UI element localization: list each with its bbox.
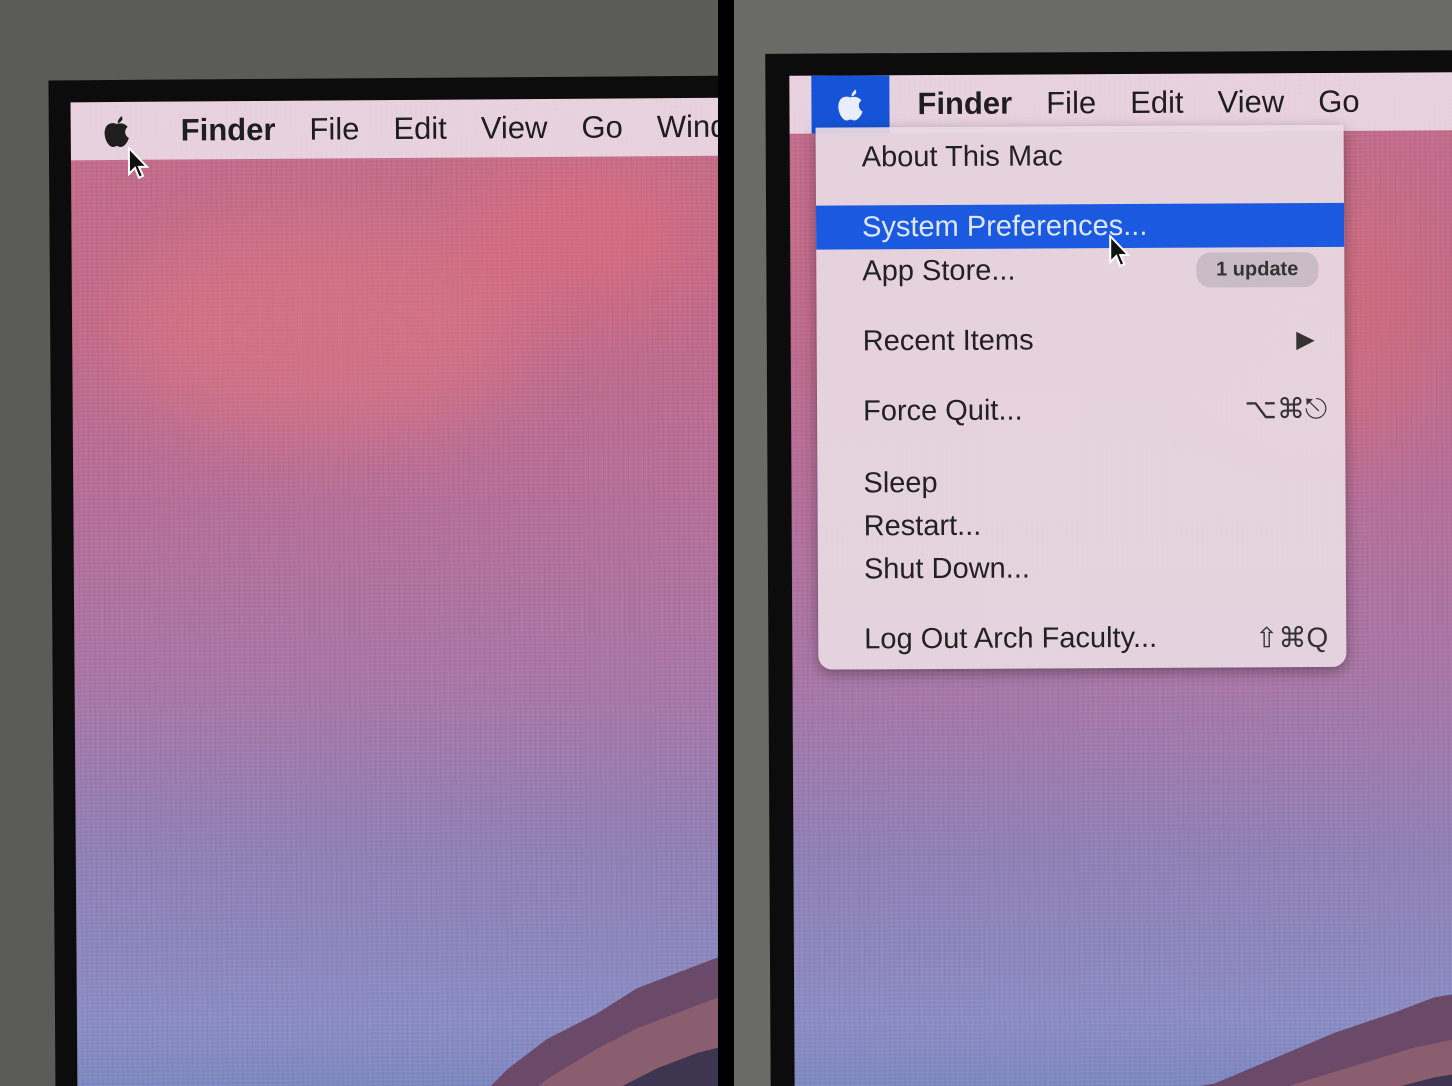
menu-item-force-quit[interactable]: Force Quit... ⌥⌘⎋ — [817, 387, 1345, 434]
menu-window[interactable]: Winde — [657, 109, 718, 146]
menu-item-label: System Preferences... — [862, 209, 1148, 243]
menu-bar: Finder File Edit View Go — [789, 72, 1452, 134]
apple-menu-button[interactable] — [811, 75, 890, 134]
menu-item-shut-down[interactable]: Shut Down... — [818, 545, 1346, 592]
menu-item-system-preferences[interactable]: System Preferences... — [815, 202, 1345, 250]
right-photo-panel: Finder File Edit View Go About This Mac … — [734, 0, 1452, 1086]
apple-logo-icon — [104, 115, 129, 148]
menu-bar: Finder File Edit View Go Winde — [70, 97, 718, 161]
menu-item-label: Log Out Arch Faculty... — [864, 621, 1158, 655]
menu-file[interactable]: File — [1046, 85, 1096, 121]
menu-item-label: App Store... — [862, 254, 1016, 287]
menu-item-recent-items[interactable]: Recent Items ▶ — [817, 317, 1345, 364]
apple-dropdown-menu: About This Mac System Preferences... App… — [815, 124, 1347, 670]
menu-item-sleep[interactable]: Sleep — [817, 459, 1345, 506]
mountain-graphic — [457, 952, 718, 1086]
menu-item-label: About This Mac — [861, 139, 1063, 173]
menu-item-label: Force Quit... — [862, 394, 1023, 427]
left-photo-panel: Finder File Edit View Go Winde — [0, 0, 718, 1086]
desktop-screen: Finder File Edit View Go Winde — [70, 97, 718, 1086]
menu-view[interactable]: View — [481, 110, 548, 146]
menu-finder[interactable]: Finder — [917, 86, 1012, 122]
menu-item-label: Sleep — [863, 466, 938, 499]
wallpaper-glow — [450, 157, 712, 310]
menu-go[interactable]: Go — [581, 109, 623, 145]
apple-logo-icon — [838, 89, 863, 121]
update-badge: 1 update — [1195, 251, 1319, 288]
menu-go[interactable]: Go — [1318, 84, 1360, 120]
keyboard-shortcut: ⌥⌘⎋ — [1244, 392, 1328, 425]
submenu-arrow-icon: ▶ — [1296, 325, 1315, 353]
menu-item-about-this-mac[interactable]: About This Mac — [816, 133, 1344, 180]
mouse-pointer-icon — [1109, 233, 1131, 268]
menu-item-label: Restart... — [863, 509, 982, 542]
menu-item-label: Recent Items — [862, 323, 1034, 357]
menu-view[interactable]: View — [1217, 84, 1284, 120]
menu-edit[interactable]: Edit — [1130, 85, 1184, 121]
mouse-pointer-icon — [127, 145, 150, 180]
menu-file[interactable]: File — [309, 111, 359, 147]
menu-item-label: Shut Down... — [863, 552, 1031, 585]
desktop-screen: Finder File Edit View Go About This Mac … — [789, 72, 1452, 1086]
mountain-graphic — [1094, 992, 1452, 1086]
menu-item-restart[interactable]: Restart... — [818, 502, 1346, 549]
menu-item-app-store[interactable]: App Store... 1 update — [816, 247, 1344, 294]
menu-finder[interactable]: Finder — [181, 112, 276, 149]
menu-edit[interactable]: Edit — [393, 111, 447, 147]
menu-item-log-out[interactable]: Log Out Arch Faculty... ⇧⌘Q — [818, 615, 1346, 662]
keyboard-shortcut: ⇧⌘Q — [1254, 621, 1329, 653]
